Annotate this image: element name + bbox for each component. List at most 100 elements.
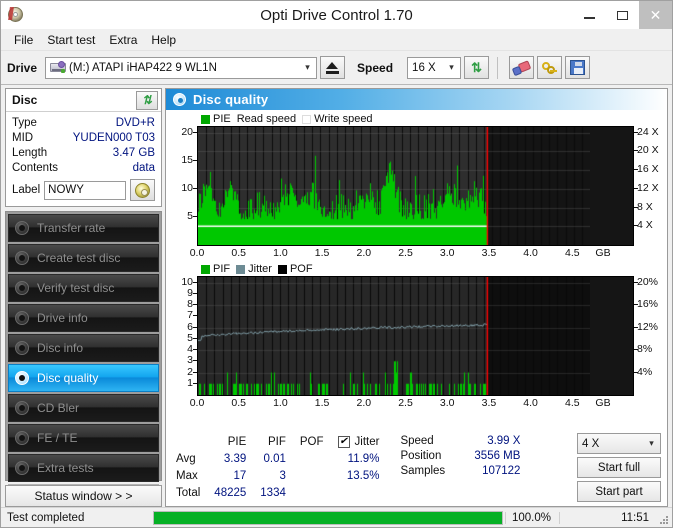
y2-tick-label: 12 X (637, 181, 659, 194)
sidebar-item-cd-bler[interactable]: CD Bler (8, 394, 159, 422)
start-full-button[interactable]: Start full (577, 457, 661, 478)
disc-row-length-key: Length (12, 147, 48, 159)
sidebar-item-extra-tests[interactable]: Extra tests (8, 454, 159, 482)
x-tick-label: 4.5 (565, 247, 580, 259)
window-title: Opti Drive Control 1.70 (260, 6, 413, 24)
stats-samples-row: Samples 107122 (400, 463, 520, 478)
legend-label: Jitter (248, 263, 272, 275)
minimize-button[interactable] (573, 1, 606, 29)
y2-tick-label: 24 X (637, 125, 659, 138)
stats-total-pie: 48225 (214, 487, 247, 500)
status-window-button[interactable]: Status window > > (5, 485, 162, 507)
test-speed-select[interactable]: 4 X ▾ (577, 433, 661, 454)
disc-label-input[interactable]: NOWY (44, 180, 126, 200)
disc-label-key: Label (12, 184, 41, 196)
legend-swatch-icon (277, 264, 287, 274)
refresh-icon: ⇅ (141, 93, 153, 107)
stats-max-pie: 17 (233, 470, 247, 483)
disc-icon (15, 460, 30, 476)
x-tick-label: 1.5 (314, 397, 330, 409)
pif-chart-legend: PIF Jitter POF (169, 262, 664, 276)
optical-drive-icon (50, 61, 67, 74)
eject-button[interactable] (320, 56, 346, 79)
pie-chart-legend: PIE Read speed Write speed (169, 112, 664, 126)
pie-plot (197, 126, 634, 246)
sidebar: Disc ⇅ Type DVD+R MID YUDEN000 T03 Lengt… (5, 88, 162, 507)
pif-y-axis-right: 4% 8% 12% 16% 20% (634, 276, 664, 396)
x-tick-label: 0.0 (189, 247, 205, 259)
check-icon: ✔ (339, 435, 348, 447)
maximize-button[interactable] (606, 1, 639, 29)
toolbar-separator (497, 56, 499, 79)
disc-label-apply-button[interactable] (130, 179, 155, 201)
stats-actions: 4 X ▾ Start full Start part (577, 433, 663, 502)
stats-avg-jitter: 11.9% (347, 452, 380, 465)
pie-y-axis-left: 5 10 15 20 (169, 126, 197, 246)
pif-plot (197, 276, 634, 396)
x-tick-label: 2.5 (398, 397, 413, 409)
disc-row-mid-value: YUDEN000 T03 (72, 132, 155, 144)
stats-avg-pof (293, 450, 331, 467)
content-area: Disc ⇅ Type DVD+R MID YUDEN000 T03 Lengt… (1, 85, 672, 507)
jitter-checkbox[interactable]: ✔ (337, 435, 350, 448)
stats-col-pof: POF (299, 435, 324, 448)
y2-tick-label: 8 X (637, 200, 653, 213)
sidebar-item-label: CD Bler (37, 401, 80, 415)
panel-title: Disc quality (193, 92, 269, 107)
x-tick-label: 0.5 (231, 397, 246, 409)
y2-tick-label: 16% (637, 298, 659, 311)
sidebar-item-disc-info[interactable]: Disc info (8, 334, 159, 362)
legend-write-speed: Write speed (302, 113, 373, 125)
sidebar-item-disc-quality[interactable]: Disc quality (8, 364, 159, 392)
titlebar: Opti Drive Control 1.70 ✕ (1, 1, 672, 29)
sidebar-item-transfer-rate[interactable]: Transfer rate (8, 214, 159, 242)
disc-icon (15, 220, 30, 236)
stats-avg-pie: 3.39 (223, 452, 247, 465)
settings-button[interactable] (537, 56, 563, 79)
stats-max-pif: 3 (279, 470, 286, 483)
legend-label: Write speed (314, 113, 373, 125)
erase-disc-button[interactable] (509, 56, 535, 79)
menu-help[interactable]: Help (144, 31, 183, 49)
speed-select-value: 16 X (412, 61, 436, 74)
sidebar-item-fe-te[interactable]: FE / TE (8, 424, 159, 452)
disc-icon (15, 370, 30, 386)
legend-pie: PIE (201, 113, 231, 125)
y2-tick-label: 4 X (637, 219, 653, 232)
y2-tick-label: 20 X (637, 144, 659, 157)
stats-avg-pif: 0.01 (263, 452, 286, 465)
menu-extra[interactable]: Extra (102, 31, 144, 49)
speed-select[interactable]: 16 X ▾ (407, 56, 462, 79)
disc-row-contents-value: data (132, 162, 155, 174)
disc-info-title: Disc (12, 93, 38, 107)
chevron-down-icon: ▾ (649, 438, 654, 448)
sidebar-item-verify-test-disc[interactable]: Verify test disc (8, 274, 159, 302)
disc-icon (15, 250, 30, 266)
disc-refresh-button[interactable]: ⇅ (136, 90, 158, 110)
x-tick-label: 0.0 (189, 397, 205, 409)
sidebar-item-create-test-disc[interactable]: Create test disc (8, 244, 159, 272)
x-tick-label: 4.0 (523, 397, 538, 409)
stats-row-label: Max (176, 470, 198, 483)
sidebar-item-label: Create test disc (37, 251, 121, 265)
start-part-button[interactable]: Start part (577, 481, 661, 502)
y2-tick-label: 8% (637, 343, 653, 356)
drive-select[interactable]: (M:) ATAPI iHAP422 9 WL1N ▾ (45, 56, 318, 79)
panel-header: Disc quality (166, 89, 667, 110)
save-button[interactable] (565, 56, 591, 79)
close-button[interactable]: ✕ (639, 1, 672, 29)
stats-position-value: 3556 MB (474, 449, 521, 462)
sidebar-item-label: Disc info (37, 341, 84, 355)
menu-start-test[interactable]: Start test (40, 31, 102, 49)
sidebar-item-drive-info[interactable]: Drive info (8, 304, 159, 332)
menu-file[interactable]: File (7, 31, 40, 49)
x-tick-label: 1.0 (273, 397, 288, 409)
sidebar-item-label: Disc quality (37, 371, 99, 385)
status-text: Test completed (7, 511, 85, 524)
legend-jitter: Jitter (236, 263, 272, 275)
refresh-button[interactable]: ⇅ (464, 56, 490, 79)
stats-table: PIE PIF POF ✔ Jitter Avg 3.39 0.01 11.9%… (170, 433, 386, 502)
stats-side: Speed 3.99 X Position 3556 MB Samples 10… (400, 433, 520, 502)
x-tick-label: 0.5 (231, 247, 246, 259)
resize-grip-icon[interactable] (655, 511, 669, 525)
